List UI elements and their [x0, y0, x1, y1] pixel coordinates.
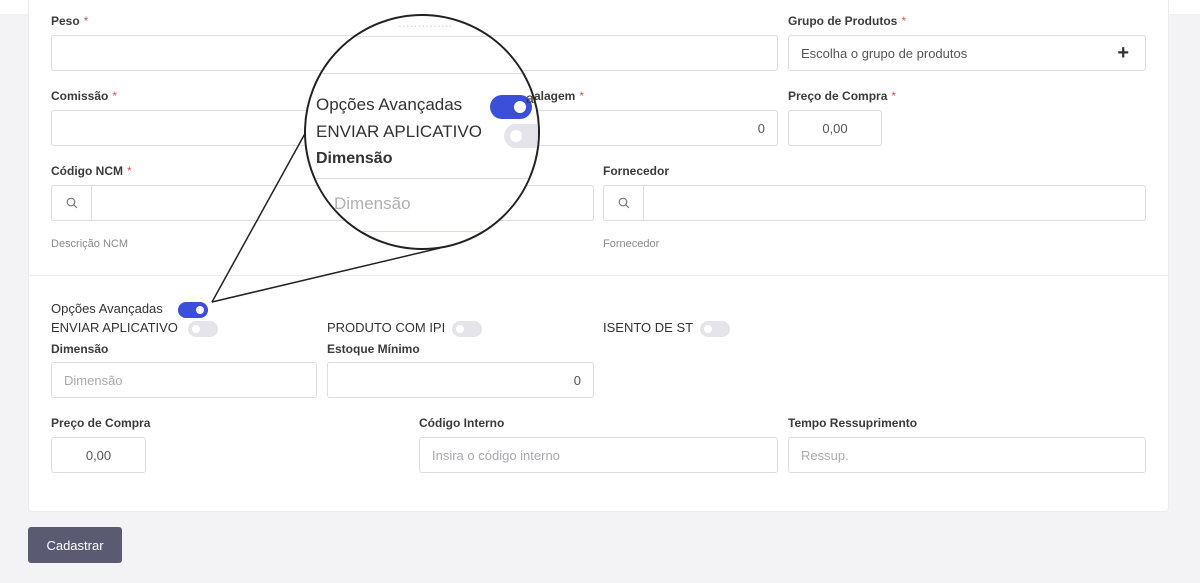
dimensao-label: Dimensão	[51, 342, 109, 356]
enviar-aplicativo-toggle[interactable]	[188, 321, 218, 337]
zoom-ghost-text: ..............	[398, 14, 453, 30]
isento-st-toggle[interactable]	[700, 321, 730, 337]
preco-compra-top-label: Preço de Compra *	[788, 89, 897, 103]
preco-compra-top-input[interactable]: 0,00	[788, 110, 882, 146]
form-card	[28, 0, 1169, 512]
produto-ipi-toggle[interactable]	[452, 321, 482, 337]
isento-st-label: ISENTO DE ST	[603, 320, 694, 335]
section-divider	[28, 275, 1169, 276]
descricao-ncm-hint: Descrição NCM	[51, 238, 129, 250]
cadastrar-button[interactable]: Cadastrar	[28, 527, 122, 563]
opcoes-avancadas-toggle[interactable]	[178, 302, 208, 318]
opcoes-avancadas-label: Opções Avançadas	[51, 301, 163, 316]
estoque-minimo-label: Estoque Mínimo	[327, 342, 420, 356]
zoom-embalagem-label: alagem *	[526, 90, 538, 106]
grupo-produtos-placeholder: Escolha o grupo de produtos	[801, 45, 968, 61]
comissao-label: Comissão *	[51, 89, 118, 103]
fornecedor-hint: Fornecedor	[603, 238, 660, 250]
zoom-magnifier: .............. Opções Avançadas alagem *…	[304, 14, 540, 250]
codigo-ncm-label: Código NCM *	[51, 164, 132, 178]
zoom-enviar-label: ENVIAR APLICATIVO	[316, 122, 482, 141]
fornecedor-input[interactable]	[603, 185, 1146, 221]
grupo-produtos-label: Grupo de Produtos *	[788, 14, 907, 28]
zoom-dimensao-label: Dimensão	[316, 150, 393, 167]
dimensao-input[interactable]: Dimensão	[51, 362, 317, 398]
estoque-minimo-input[interactable]: 0	[327, 362, 594, 398]
zoom-top-input	[306, 36, 538, 74]
comissao-input[interactable]	[51, 110, 317, 146]
preco-compra-input[interactable]: 0,00	[51, 437, 146, 473]
search-icon[interactable]	[604, 186, 644, 220]
preco-compra-label: Preço de Compra	[51, 416, 151, 430]
fornecedor-label: Fornecedor	[603, 164, 670, 178]
produto-ipi-label: PRODUTO COM IPI	[327, 320, 446, 335]
zoom-opcoes-label: Opções Avançadas	[316, 95, 463, 114]
tempo-ressuprimento-label: Tempo Ressuprimento	[788, 416, 918, 430]
embalagem-input[interactable]: 0	[534, 110, 778, 146]
zoom-dimensao-placeholder: Dimensão	[334, 194, 411, 213]
peso-label: Peso *	[51, 14, 89, 28]
codigo-interno-label: Código Interno	[419, 416, 505, 430]
grupo-produtos-select[interactable]: Escolha o grupo de produtos +	[788, 35, 1146, 71]
tempo-ressuprimento-input[interactable]: Ressup.	[788, 437, 1146, 473]
search-icon[interactable]	[52, 186, 92, 220]
enviar-aplicativo-label: ENVIAR APLICATIVO	[51, 320, 178, 335]
plus-icon[interactable]: +	[1117, 42, 1129, 65]
zoom-enviar-toggle	[504, 124, 538, 148]
embalagem-label: alagem *	[534, 89, 585, 103]
codigo-interno-input[interactable]: Insira o código interno	[419, 437, 778, 473]
